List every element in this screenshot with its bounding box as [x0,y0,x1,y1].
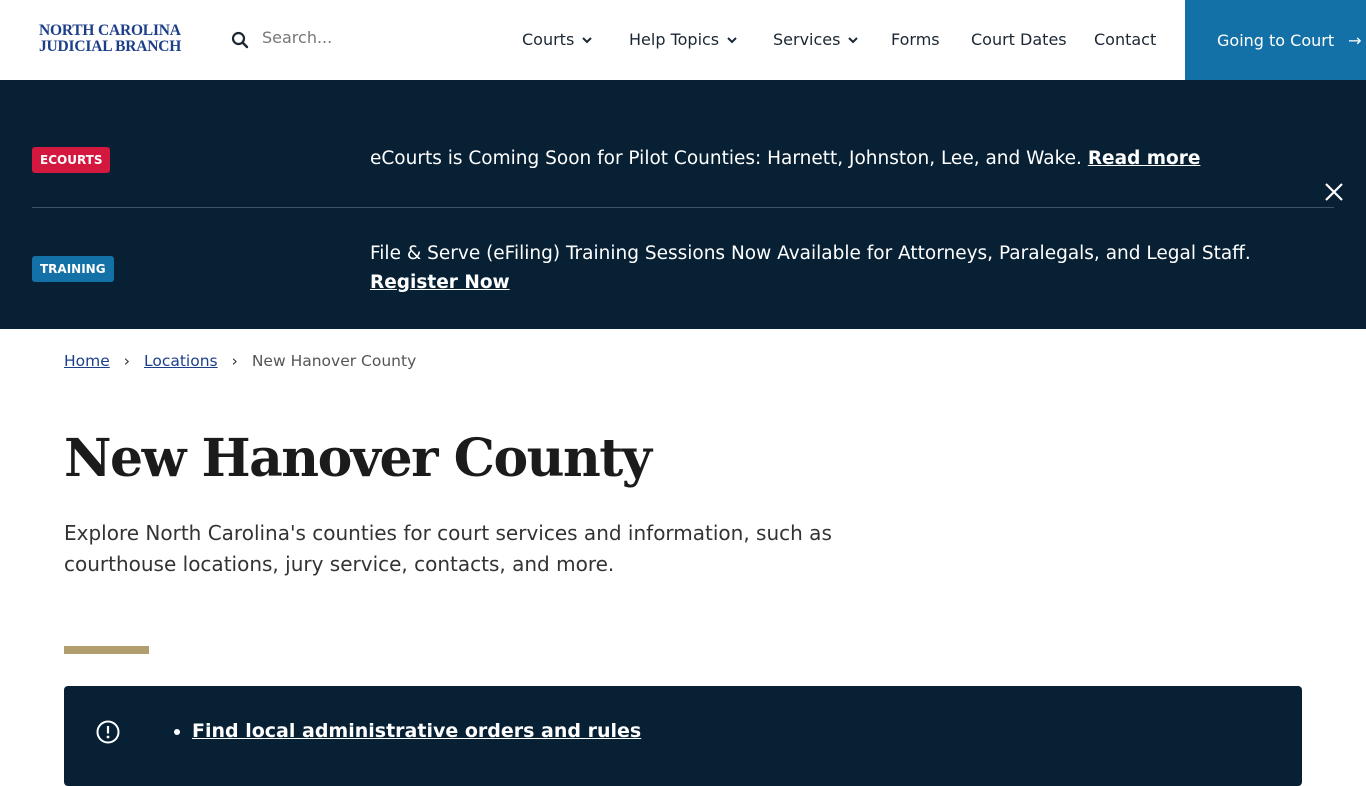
chevron-right-icon: › [231,352,238,370]
site-header: NORTH CAROLINAJUDICIAL BRANCH Courts Hel… [0,0,1366,80]
nav-forms[interactable]: Forms [891,30,940,49]
alert-text: eCourts is Coming Soon for Pilot Countie… [370,148,1082,169]
logo-line2: JUDICIAL BRANCH [39,38,182,55]
breadcrumb-current: New Hanover County [251,352,417,370]
chevron-down-icon [727,36,737,43]
alert-message: File & Serve (eFiling) Training Sessions… [370,239,1320,297]
nav-label: Courts [522,30,575,49]
chevron-down-icon [582,36,593,43]
nav-courts[interactable]: Courts [522,30,593,49]
nav-court-dates[interactable]: Court Dates [971,30,1067,49]
training-badge: TRAINING [32,256,114,282]
search-icon[interactable] [231,31,249,49]
chevron-right-icon: › [123,352,130,370]
nav-label: Help Topics [629,30,720,49]
notice-box: Find local administrative orders and rul… [64,686,1302,786]
list-item: Find local administrative orders and rul… [192,720,641,742]
logo-line1: NORTH CAROLINA [39,22,181,39]
breadcrumb: Home › Locations › New Hanover County [64,352,416,370]
alert-banner: ECOURTS eCourts is Coming Soon for Pilot… [0,80,1366,329]
chevron-down-icon [848,36,859,43]
alert-text: File & Serve (eFiling) Training Sessions… [370,243,1251,264]
nav-help-topics[interactable]: Help Topics [629,30,737,49]
nav-label: Services [773,30,841,49]
read-more-link[interactable]: Read more [1088,148,1201,169]
nav-contact[interactable]: Contact [1094,30,1156,49]
breadcrumb-home[interactable]: Home [64,352,110,370]
accent-rule [64,646,149,654]
nav-label: Court Dates [971,30,1067,49]
close-icon[interactable] [1324,182,1344,202]
arrow-right-icon: → [1348,30,1362,50]
ecourts-badge: ECOURTS [32,147,111,173]
alert-circle-icon [96,720,120,744]
logo[interactable]: NORTH CAROLINA JUDICIAL BRANCH [39,23,181,55]
page-title: New Hanover County [64,428,652,489]
page-intro: Explore North Carolina's counties for co… [64,521,832,576]
going-to-court-button[interactable]: Going to Court → [1185,0,1366,80]
search-input[interactable] [262,28,462,47]
nav-services[interactable]: Services [773,30,859,49]
breadcrumb-locations[interactable]: Locations [144,352,218,370]
alert-message: eCourts is Coming Soon for Pilot Countie… [370,144,1320,173]
nav-label: Contact [1094,30,1157,49]
nav-label: Forms [891,30,940,49]
divider [32,207,1334,208]
admin-orders-link[interactable]: Find local administrative orders and rul… [192,720,641,742]
register-now-link[interactable]: Register Now [370,272,510,293]
cta-label: Going to Court [1217,30,1335,50]
